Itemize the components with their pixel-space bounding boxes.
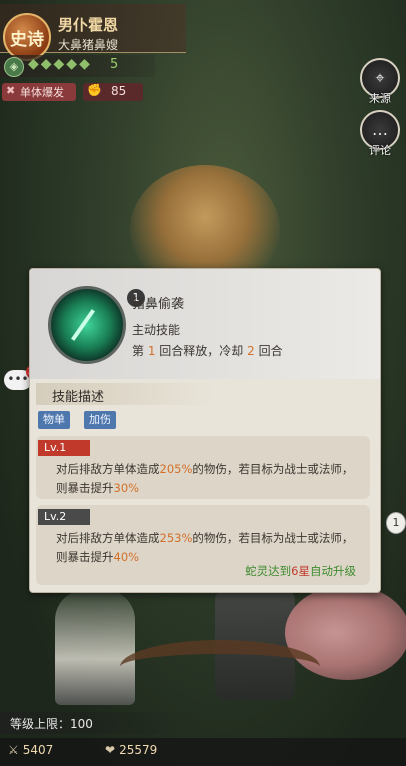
stats-bar: ⚔ 5407 ❤ 25579	[0, 738, 406, 766]
level-1-text: 对后排敌方单体造成205%的物伤，若目标为战士或法师，则暴击提升30%	[56, 462, 354, 495]
review-label: 评论	[369, 144, 391, 157]
hero-name: 男仆霍恩	[58, 16, 119, 34]
skill-type: 主动技能	[132, 323, 181, 337]
snake-figure	[120, 640, 320, 694]
source-label: 来源	[369, 92, 391, 105]
level-badge: Lv.2	[38, 509, 90, 525]
skill-card: 1 猪鼻偷袭 主动技能 第 1 回合释放，冷却 2 回合 技能描述 物单 加伤 …	[29, 268, 381, 593]
maid-figure	[55, 590, 135, 705]
description-title: 技能描述	[52, 390, 105, 405]
hero-subtitle: 大鼻猪鼻嫂	[58, 38, 119, 52]
power-tag[interactable]: ✊ 85	[83, 83, 143, 101]
skill-name: 猪鼻偷袭	[132, 297, 185, 312]
level-badge: Lv.1	[38, 440, 90, 456]
role-tag[interactable]: ✖ 单体爆发	[2, 83, 76, 101]
star-count: 5	[110, 57, 119, 72]
source-button[interactable]: ⌖ 来源	[360, 58, 400, 105]
skill-tag: 加伤	[84, 411, 116, 429]
attack-value: 5407	[22, 743, 54, 757]
description-heading: 技能描述	[36, 383, 216, 405]
skill-timing: 第 1 回合释放，冷却 2 回合	[132, 344, 283, 358]
burst-icon: ✖	[6, 84, 16, 97]
shield-icon: ◈	[4, 57, 24, 77]
rarity-badge: 史诗	[3, 13, 51, 61]
heart-icon: ❤	[105, 743, 116, 757]
role-tag-label: 单体爆发	[20, 86, 64, 99]
sword-icon: ⚔	[8, 743, 19, 757]
skill-tag: 物单	[38, 411, 70, 429]
level-2-text: 对后排敌方单体造成253%的物伤，若目标为战士或法师，则暴击提升40%	[56, 531, 354, 564]
level-cap-text: 等级上限：100	[10, 717, 93, 731]
side-count-badge[interactable]: 1	[386, 512, 406, 534]
fist-icon: ✊	[87, 83, 102, 97]
star-icons: ◆◆◆◆◆	[28, 56, 92, 72]
attack-stat: ⚔ 5407	[8, 743, 53, 757]
level-2-box: Lv.2 对后排敌方单体造成253%的物伤，若目标为战士或法师，则暴击提升40%…	[36, 505, 370, 585]
hero-header: 史诗 男仆霍恩 大鼻猪鼻嫂	[0, 4, 186, 61]
level-cap: 等级上限：100	[0, 712, 200, 734]
star-rating: ◈ ◆◆◆◆◆ 5	[0, 55, 155, 77]
skill-icon	[48, 286, 126, 364]
hp-stat: ❤ 25579	[105, 743, 157, 757]
level-1-box: Lv.1 对后排敌方单体造成205%的物伤，若目标为战士或法师，则暴击提升30%	[36, 436, 370, 499]
review-button[interactable]: … 评论	[360, 110, 400, 157]
hp-value: 25579	[119, 743, 158, 757]
power-value: 85	[111, 84, 127, 98]
skill-header: 1 猪鼻偷袭 主动技能 第 1 回合释放，冷却 2 回合	[30, 269, 380, 379]
upgrade-note: 蛇灵达到6星自动升级	[245, 564, 356, 578]
